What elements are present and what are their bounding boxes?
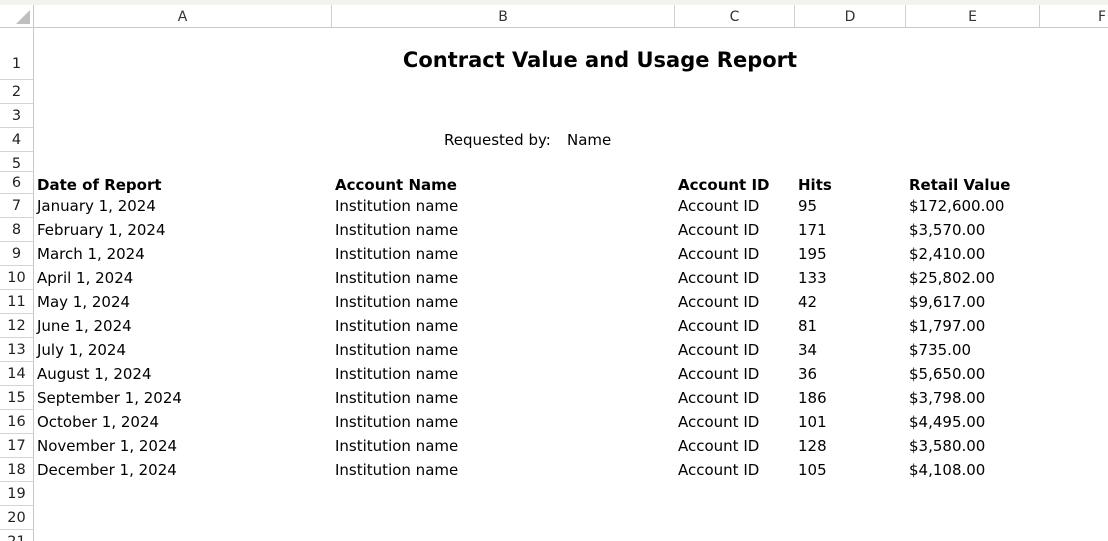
cell-hits[interactable]: 34	[798, 341, 817, 359]
cell-account-id[interactable]: Account ID	[678, 317, 759, 335]
cell-hits[interactable]: 186	[798, 389, 827, 407]
row-header-6[interactable]: 6	[0, 172, 34, 194]
cell-account-name[interactable]: Institution name	[335, 245, 458, 263]
cell-account-name[interactable]: Institution name	[335, 461, 458, 479]
cell-retail-value[interactable]: $3,798.00	[909, 389, 985, 407]
cell-hits[interactable]: 105	[798, 461, 827, 479]
cell-retail-value[interactable]: $2,410.00	[909, 245, 985, 263]
cell-account-name[interactable]: Institution name	[335, 413, 458, 431]
row-header-8[interactable]: 8	[0, 218, 34, 242]
column-header-b[interactable]: B	[332, 5, 675, 28]
cell-date[interactable]: August 1, 2024	[37, 365, 152, 383]
column-header-e[interactable]: E	[906, 5, 1040, 28]
cell-hits[interactable]: 128	[798, 437, 827, 455]
cell-retail-value[interactable]: $4,108.00	[909, 461, 985, 479]
cell-date[interactable]: October 1, 2024	[37, 413, 159, 431]
cell-account-name[interactable]: Institution name	[335, 197, 458, 215]
cell-retail-value[interactable]: $9,617.00	[909, 293, 985, 311]
cell-account-id[interactable]: Account ID	[678, 365, 759, 383]
header-account-id[interactable]: Account ID	[678, 176, 769, 194]
cell-account-id[interactable]: Account ID	[678, 293, 759, 311]
cell-hits[interactable]: 81	[798, 317, 817, 335]
cell-date[interactable]: March 1, 2024	[37, 245, 145, 263]
row-header-13[interactable]: 13	[0, 338, 34, 362]
cell-account-name[interactable]: Institution name	[335, 341, 458, 359]
row-header-4[interactable]: 4	[0, 128, 34, 152]
cell-date[interactable]: September 1, 2024	[37, 389, 182, 407]
cell-account-id[interactable]: Account ID	[678, 413, 759, 431]
cell-retail-value[interactable]: $3,570.00	[909, 221, 985, 239]
row-header-10[interactable]: 10	[0, 266, 34, 290]
cell-date[interactable]: January 1, 2024	[37, 197, 156, 215]
cell-retail-value[interactable]: $3,580.00	[909, 437, 985, 455]
column-header-a[interactable]: A	[34, 5, 332, 28]
cell-hits[interactable]: 95	[798, 197, 817, 215]
row-header-5[interactable]: 5	[0, 152, 34, 172]
cell-retail-value[interactable]: $4,495.00	[909, 413, 985, 431]
requested-by-label[interactable]: Requested by:	[444, 131, 551, 149]
cell-account-id[interactable]: Account ID	[678, 221, 759, 239]
cell-account-name[interactable]: Institution name	[335, 365, 458, 383]
row-header-14[interactable]: 14	[0, 362, 34, 386]
cell-account-name[interactable]: Institution name	[335, 437, 458, 455]
row-header-18[interactable]: 18	[0, 458, 34, 482]
cell-hits[interactable]: 42	[798, 293, 817, 311]
cell-account-id[interactable]: Account ID	[678, 245, 759, 263]
row-header-7[interactable]: 7	[0, 194, 34, 218]
cell-account-id[interactable]: Account ID	[678, 341, 759, 359]
cell-date[interactable]: December 1, 2024	[37, 461, 177, 479]
cell-retail-value[interactable]: $5,650.00	[909, 365, 985, 383]
header-hits[interactable]: Hits	[798, 176, 832, 194]
requested-by-value[interactable]: Name	[567, 131, 611, 149]
row-header-19[interactable]: 19	[0, 482, 34, 506]
header-date-of-report[interactable]: Date of Report	[37, 176, 162, 194]
header-account-name[interactable]: Account Name	[335, 176, 457, 194]
cell-hits[interactable]: 195	[798, 245, 827, 263]
cell-date[interactable]: June 1, 2024	[37, 317, 132, 335]
column-header-c[interactable]: C	[675, 5, 795, 28]
cell-hits[interactable]: 133	[798, 269, 827, 287]
row-header-3[interactable]: 3	[0, 104, 34, 128]
cell-date[interactable]: May 1, 2024	[37, 293, 130, 311]
cell-account-id[interactable]: Account ID	[678, 461, 759, 479]
cell-hits[interactable]: 101	[798, 413, 827, 431]
cell-account-name[interactable]: Institution name	[335, 293, 458, 311]
header-retail-value[interactable]: Retail Value	[909, 176, 1010, 194]
select-all-triangle-icon	[16, 10, 30, 24]
cell-account-name[interactable]: Institution name	[335, 317, 458, 335]
row-header-15[interactable]: 15	[0, 386, 34, 410]
cell-account-id[interactable]: Account ID	[678, 197, 759, 215]
select-all-corner[interactable]	[0, 5, 34, 28]
cell-date[interactable]: April 1, 2024	[37, 269, 133, 287]
row-header-1[interactable]: 1	[0, 28, 34, 80]
cell-hits[interactable]: 171	[798, 221, 827, 239]
cell-account-name[interactable]: Institution name	[335, 269, 458, 287]
column-header-d[interactable]: D	[795, 5, 906, 28]
cell-retail-value[interactable]: $25,802.00	[909, 269, 995, 287]
cell-retail-value[interactable]: $1,797.00	[909, 317, 985, 335]
cell-date[interactable]: February 1, 2024	[37, 221, 166, 239]
cell-account-id[interactable]: Account ID	[678, 269, 759, 287]
cell-retail-value[interactable]: $172,600.00	[909, 197, 1004, 215]
row-header-20[interactable]: 20	[0, 506, 34, 530]
row-header-17[interactable]: 17	[0, 434, 34, 458]
cell-retail-value[interactable]: $735.00	[909, 341, 971, 359]
column-header-f[interactable]: F	[1040, 5, 1108, 28]
cell-hits[interactable]: 36	[798, 365, 817, 383]
row-header-2[interactable]: 2	[0, 80, 34, 104]
row-header-12[interactable]: 12	[0, 314, 34, 338]
cell-account-name[interactable]: Institution name	[335, 389, 458, 407]
row-header-11[interactable]: 11	[0, 290, 34, 314]
report-title[interactable]: Contract Value and Usage Report	[380, 48, 820, 72]
cell-account-name[interactable]: Institution name	[335, 221, 458, 239]
cell-account-id[interactable]: Account ID	[678, 437, 759, 455]
row-header-16[interactable]: 16	[0, 410, 34, 434]
row-header-9[interactable]: 9	[0, 242, 34, 266]
cell-date[interactable]: November 1, 2024	[37, 437, 177, 455]
cell-date[interactable]: July 1, 2024	[37, 341, 126, 359]
cell-account-id[interactable]: Account ID	[678, 389, 759, 407]
row-header-21[interactable]: 21	[0, 530, 34, 541]
